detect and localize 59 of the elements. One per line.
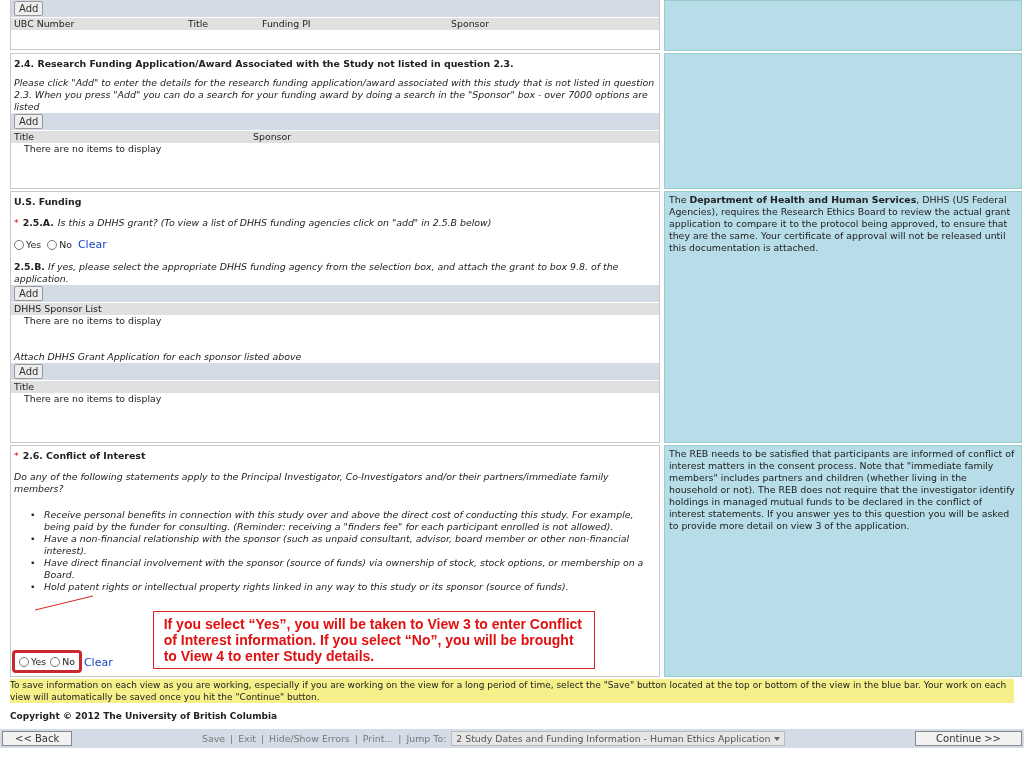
add-button[interactable]: Add (14, 1, 44, 16)
column-header: Funding PI (262, 18, 312, 30)
option-label: No (59, 239, 72, 250)
bullet: • (30, 581, 37, 593)
question-text: Do any of the following statements apply to the Principal Investigator, Co-Investigators and/or their partners/immediate family members? (14, 471, 610, 495)
attachment-label: Attach DHHS Grant Application for each sponsor listed above (14, 351, 303, 363)
section-heading: 2.6. Conflict of Interest (22, 450, 146, 461)
question-number: 2.5.A. (22, 217, 54, 228)
radio-button[interactable] (19, 656, 29, 667)
back-button[interactable]: << Back (2, 731, 73, 746)
continue-button[interactable]: Continue >> (915, 731, 1022, 746)
statement-item: Have a non-financial relationship with the sponsor (such as unpaid consultant, advisor, board member or other non-financial interest). (44, 533, 631, 557)
separator: | (354, 733, 358, 744)
statement-item: Hold patent rights or intellectual property rights linked in any way to this study or its sponsor (source of funds). (44, 581, 569, 593)
leader-line (34, 595, 94, 611)
jump-label: Jump To: (406, 733, 447, 744)
required-mark: * (14, 217, 19, 228)
help-text: The Department of Health and Human Services, DHHS (US Federal Agencies), requires the Research Ethics Board to review the actual grant application to compare it to the protocol being approved, to ensure that they are the same. Your certificate of approval will not be released until this documentation is attached. (669, 194, 1011, 253)
clear-link[interactable]: Clear (77, 238, 107, 251)
question-text: Is this a DHHS grant? (To view a list of DHHS funding agencies click on "add" in 2.5.B below) (57, 217, 492, 228)
statement-item: Receive personal benefits in connection with this study over and above the direct cost of conducting this study. For example, being paid by the funder for consulting. (Reminder: receiving a "finders fee" for each participant enrolled is not allowed). (44, 509, 635, 533)
column-header: Title (188, 18, 210, 30)
jump-dropdown[interactable]: 2 Study Dates and Funding Information - Human Ethics Application (451, 731, 786, 746)
radio-button[interactable] (50, 656, 61, 667)
column-header: UBC Number (14, 18, 76, 30)
option-label: Yes (26, 239, 42, 250)
bullet: • (30, 533, 37, 546)
bullet: • (30, 557, 37, 570)
separator: | (230, 733, 234, 744)
callout: If you select “Yes”, you will be taken to View 3 to enter Conflict of Interest information. If you select “No”, you will be brought to View 4 to enter Study details. (152, 611, 595, 669)
radio-button[interactable] (14, 239, 24, 250)
column-header: Title (14, 381, 36, 393)
column-header: Title (14, 131, 36, 143)
option-label: Yes (31, 656, 47, 667)
separator: | (398, 733, 402, 744)
add-button[interactable]: Add (14, 364, 44, 379)
help-text: The REB needs to be satisfied that participants are informed of conflict of interest matters in the consent process. Note that "immediate family members" includes partners and children (whether living in the household or not). The REB does not require that the investigator identify holdings in managed mutual funds to be declared in the conflict of interest statements. If you answer yes to this question you will be asked to provide more detail on view 3 of the application. (669, 448, 1015, 531)
caret-icon (774, 736, 781, 741)
empty-message: There are no items to display (23, 143, 162, 155)
column-header: Sponsor (253, 131, 293, 143)
save-note: To save information on each view as you are working, especially if you are working on the view for a long period of time, select the "Save" button located at the top or bottom of the view in the blue bar. Your work on each view will automatically be saved once you hit the "Continue" button. (10, 679, 1014, 703)
required-mark: * (14, 450, 19, 461)
column-header: Sponsor (451, 18, 491, 30)
column-header: DHHS Sponsor List (14, 303, 103, 315)
bullet: • (30, 509, 37, 522)
empty-message: There are no items to display (23, 315, 162, 327)
add-button[interactable]: Add (14, 286, 44, 301)
empty-message: There are no items to display (23, 393, 162, 405)
section-heading: U.S. Funding (14, 196, 82, 207)
add-button[interactable]: Add (14, 114, 44, 129)
statement-item: Have direct financial involvement with the sponsor (source of funds) via ownership of stock, stock options, or membership on a Board. (44, 557, 645, 581)
copyright: Copyright © 2012 The University of British Columbia (10, 711, 278, 721)
radio-button[interactable] (47, 239, 58, 250)
question-text: 2.5.B. If yes, please select the appropriate DHHS funding agency from the selection box, and attach the grant to box 9.8. of the application. (14, 261, 619, 284)
option-label: No (62, 656, 75, 667)
separator: | (260, 733, 265, 744)
instructions: Please click "Add" to enter the details for the research funding application/award associated with this study that is not listed in question 2.3. When you press "Add" you can do a search for your funding award by doing a search in the "Sponsor" box - over 7000 options are listed (14, 77, 656, 113)
clear-link[interactable]: Clear (83, 656, 113, 669)
section-heading: 2.4. Research Funding Application/Award Associated with the Study not listed in question 2.3. (14, 58, 514, 69)
